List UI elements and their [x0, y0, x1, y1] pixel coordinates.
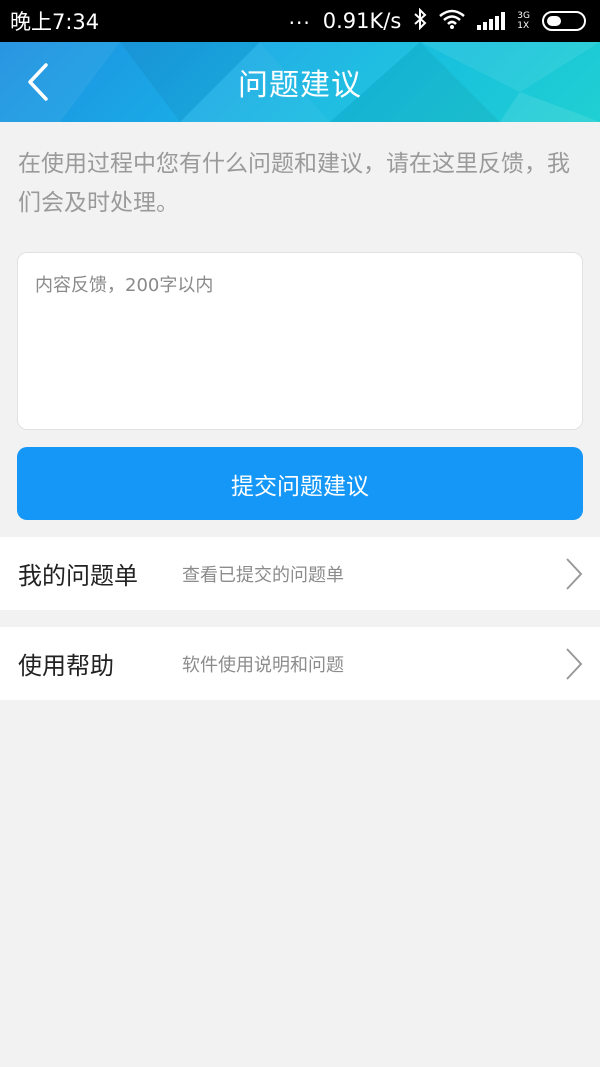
signal-icon [477, 12, 506, 30]
chevron-right-icon [566, 648, 583, 680]
submit-feedback-button[interactable]: 提交问题建议 [17, 447, 583, 520]
row-subtitle: 查看已提交的问题单 [182, 564, 344, 586]
network-type-bottom: 1X [517, 21, 530, 31]
help-row[interactable]: 使用帮助 软件使用说明和问题 [0, 627, 600, 700]
network-speed: 0.91K/s [322, 9, 402, 33]
chevron-right-icon [566, 558, 583, 590]
row-subtitle: 软件使用说明和问题 [182, 654, 344, 676]
network-type-top: 3G [517, 11, 530, 21]
my-tickets-row[interactable]: 我的问题单 查看已提交的问题单 [0, 537, 600, 610]
page-title: 问题建议 [238, 68, 362, 103]
status-dots: ... [288, 5, 311, 29]
wifi-icon [439, 9, 466, 34]
intro-text: 在使用过程中您有什么问题和建议，请在这里反馈，我们会及时处理。 [18, 151, 570, 216]
status-icons: ... 0.91K/s 3G 1X [288, 5, 586, 35]
row-title: 使用帮助 [18, 652, 114, 680]
network-type: 3G 1X [517, 11, 530, 31]
app-header: 问题建议 [0, 42, 600, 122]
battery-icon [542, 11, 586, 31]
row-title: 我的问题单 [18, 562, 138, 590]
status-time: 晚上7:34 [10, 10, 100, 34]
feedback-box [17, 252, 583, 430]
bluetooth-icon [413, 7, 427, 35]
status-bar: 晚上7:34 ... 0.91K/s 3G 1X [0, 0, 600, 42]
feedback-input[interactable] [18, 253, 582, 429]
